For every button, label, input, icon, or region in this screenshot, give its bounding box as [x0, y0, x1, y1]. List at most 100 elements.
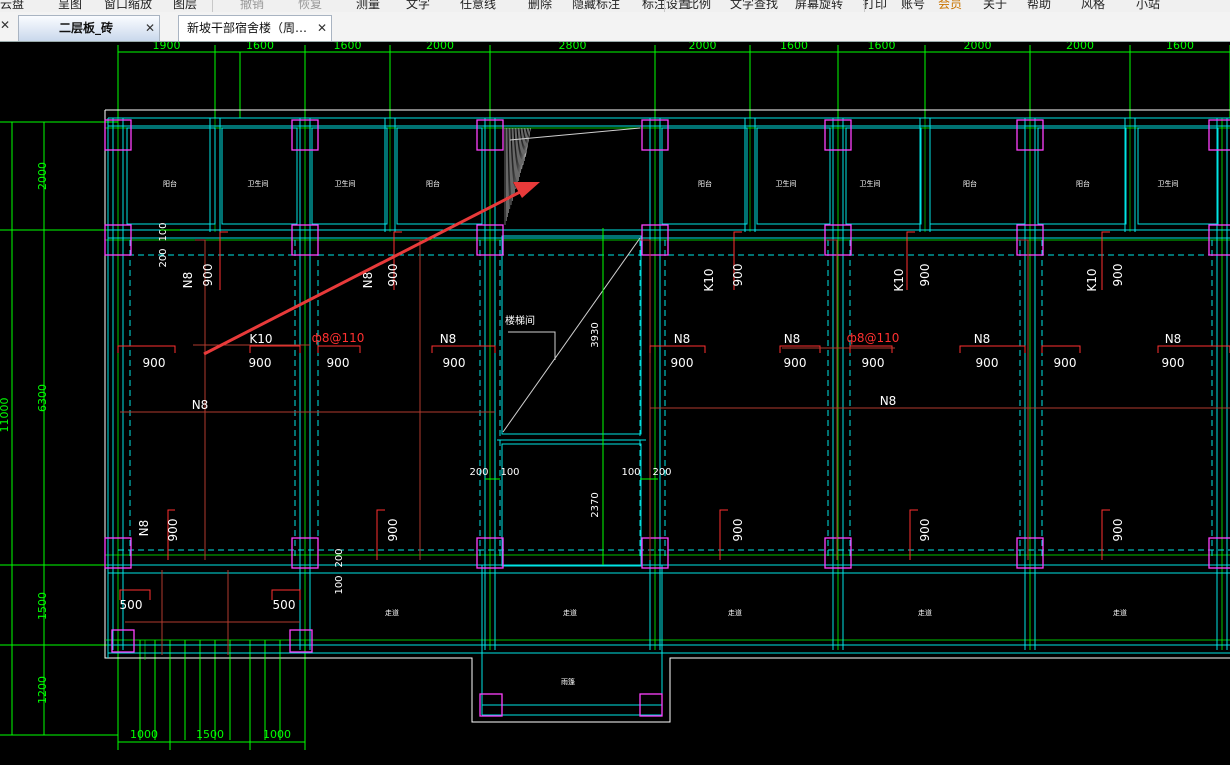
menu-item-16[interactable]: 账号	[901, 0, 925, 12]
rebar-hook	[376, 509, 385, 560]
small-dimension-label: 100	[621, 467, 640, 478]
left-dimension-label: 1200	[36, 676, 49, 704]
room-label: 雨篷	[561, 677, 575, 686]
top-dimension-label: 1600	[246, 42, 274, 52]
close-icon[interactable]: ✕	[145, 16, 155, 40]
tab-label: 二层板_砖	[59, 21, 114, 35]
tab-new-dormitory[interactable]: 新坡干部宿舍楼（周… ✕	[178, 15, 332, 41]
rebar-hook	[719, 509, 728, 560]
stair-dimension-label: 3930	[590, 322, 601, 347]
rebar-span	[959, 345, 1026, 353]
room-outline	[929, 127, 1026, 225]
rebar-dimension-label: 900	[1162, 356, 1185, 370]
rebar-dimension-label: 900	[201, 264, 215, 287]
top-dimension-label: 2000	[689, 42, 717, 52]
cad-drawing-canvas[interactable]: 1900 1600 1600 2000 2800 2000 1600 1600 2000 2000…	[0, 42, 1230, 765]
rebar-span	[649, 345, 706, 353]
rebar-dimension-label: 900	[918, 264, 932, 287]
rebar-spacing-label: ф8@110	[312, 331, 365, 345]
menu-item-6[interactable]: 测量	[356, 0, 380, 12]
menu-item-7[interactable]: 文字	[406, 0, 430, 12]
close-icon[interactable]: ✕	[317, 16, 327, 40]
left-dimension-label: 2000	[36, 162, 49, 190]
rebar-dimension-label: 900	[671, 356, 694, 370]
menu-item-2[interactable]: 窗口缩放	[104, 0, 152, 12]
rebar-dimension-label: 900	[166, 519, 180, 542]
rebar-label: K10	[892, 268, 906, 291]
menu-item-18[interactable]: 关于	[983, 0, 1007, 12]
tab-second-floor-slab[interactable]: 二层板_砖 ✕	[18, 15, 160, 41]
room-outline	[661, 127, 748, 225]
rebar-label: N8	[784, 332, 801, 346]
stair-hatch-line	[523, 127, 530, 162]
top-dimension-label: 2000	[426, 42, 454, 52]
top-dimension-label: 1600	[868, 42, 896, 52]
rebar-dimension-label: 900	[1111, 264, 1125, 287]
rebar-label: N8	[880, 394, 897, 408]
rebar-span	[117, 345, 176, 353]
menu-item-12[interactable]: 比例	[687, 0, 711, 12]
rebar-dimension-label: 900	[731, 264, 745, 287]
rebar-span	[317, 345, 361, 353]
rebar-dimension-label: 900	[784, 356, 807, 370]
menu-item-5[interactable]: 恢复	[298, 0, 322, 12]
rebar-dimension-label: 900	[327, 356, 350, 370]
menu-item-0[interactable]: 云盘	[0, 0, 24, 12]
menu-item-4[interactable]: 撤销	[240, 0, 264, 12]
room-label: 走道	[918, 608, 932, 617]
rebar-label: N8	[1165, 332, 1182, 346]
menu-separator	[664, 0, 665, 12]
menu-item-19[interactable]: 帮助	[1027, 0, 1051, 12]
room-outline	[396, 127, 483, 225]
rebar-span	[779, 345, 821, 353]
top-dimension-label: 1600	[1166, 42, 1194, 52]
room-outline	[1137, 127, 1219, 225]
rebar-label: K10	[1085, 268, 1099, 291]
menu-item-17[interactable]: 会员	[938, 0, 962, 12]
rebar-hook	[909, 509, 918, 560]
left-dimension-label: 1500	[36, 592, 49, 620]
room-outline	[221, 127, 298, 225]
rebar-dimension-label: 900	[918, 519, 932, 542]
room-label: 阳台	[163, 179, 177, 188]
tab-label: 新坡干部宿舍楼（周…	[187, 21, 308, 35]
room-label: 阳台	[963, 179, 977, 188]
bottom-dimension-label: 1000	[130, 728, 158, 741]
menu-separator	[864, 0, 865, 12]
menu-item-13[interactable]: 文字查找	[730, 0, 778, 12]
menu-item-20[interactable]: 风格	[1081, 0, 1105, 12]
menu-item-3[interactable]: 图层	[173, 0, 197, 12]
menu-item-8[interactable]: 任意线	[460, 0, 496, 12]
menu-item-15[interactable]: 打印	[863, 0, 887, 12]
rebar-dimension-label: 900	[249, 356, 272, 370]
menu-item-14[interactable]: 屏幕旋转	[795, 0, 843, 12]
small-dimension-label: 200	[334, 548, 345, 567]
rebar-hook	[906, 231, 915, 290]
room-label: 卫生间	[776, 179, 797, 188]
room-label: 阳台	[1076, 179, 1090, 188]
annotation-arrow-line	[203, 190, 521, 356]
menu-item-9[interactable]: 删除	[528, 0, 552, 12]
annotation-arrow-head	[513, 182, 540, 198]
rebar-label: N8	[974, 332, 991, 346]
room-label: 走道	[563, 608, 577, 617]
top-dimension-label: 2800	[559, 42, 587, 52]
top-dimension-label: 1900	[153, 42, 181, 52]
menu-item-10[interactable]: 隐藏标注	[572, 0, 620, 12]
rebar-label: K10	[249, 332, 272, 346]
rebar-spacing-label: ф8@110	[847, 331, 900, 345]
room-label: 走道	[728, 608, 742, 617]
rebar-span	[1041, 345, 1081, 353]
rebar-dimension-label: 900	[862, 356, 885, 370]
rebar-dimension-label: 900	[386, 264, 400, 287]
menu-item-11[interactable]: 标注设置	[642, 0, 690, 12]
leading-close-icon[interactable]: ✕	[0, 18, 10, 32]
menu-item-1[interactable]: 呈图	[58, 0, 82, 12]
rebar-label: N8	[440, 332, 457, 346]
rebar-span	[431, 345, 496, 353]
tab-bar: ✕ 二层板_砖 ✕ 新坡干部宿舍楼（周… ✕	[0, 12, 1230, 42]
left-total-dimension-label: 11000	[0, 398, 11, 433]
menu-item-21[interactable]: 小站	[1136, 0, 1160, 12]
stair-lower-wall	[501, 443, 642, 567]
rebar-dimension-label: 500	[120, 598, 143, 612]
